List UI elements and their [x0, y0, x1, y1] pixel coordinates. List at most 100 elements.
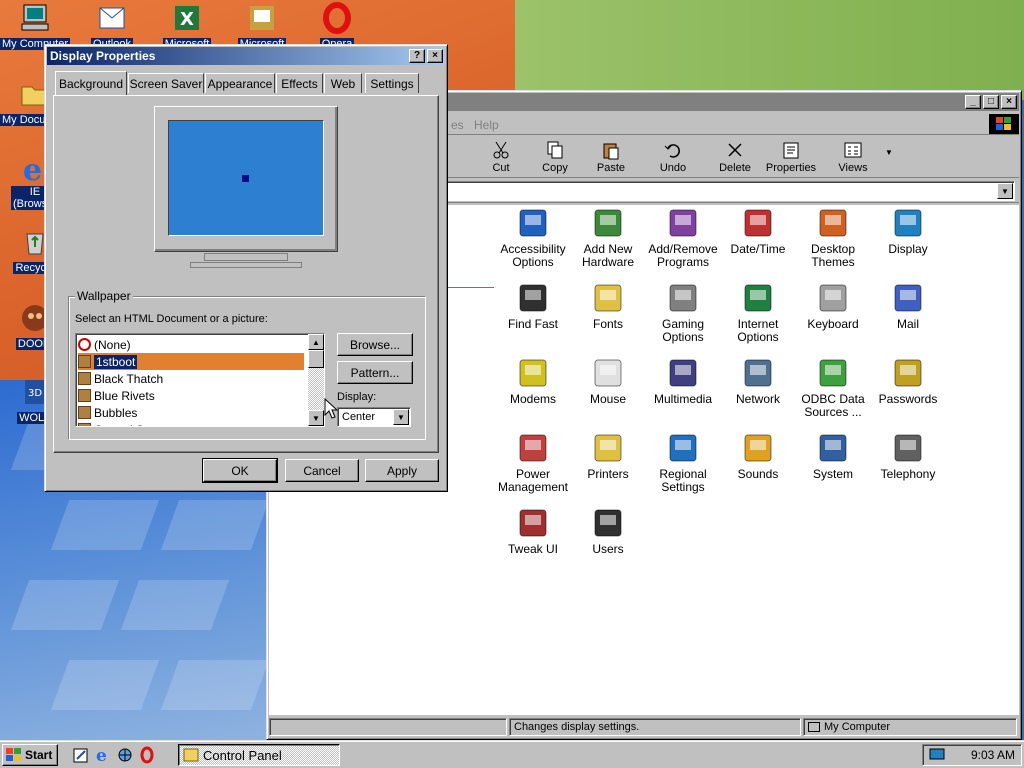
tab-background[interactable]: Background — [55, 71, 127, 95]
keyboard-icon — [817, 282, 849, 314]
taskbar-control-panel-button[interactable]: Control Panel — [178, 744, 340, 766]
listbox-scrollbar[interactable]: ▲ ▼ — [308, 334, 324, 426]
cp-item-network[interactable]: Network — [718, 357, 798, 406]
odbc-icon — [817, 357, 849, 389]
paste-button[interactable]: Paste — [591, 136, 631, 174]
pattern-button[interactable]: Pattern... — [337, 361, 413, 384]
cp-item-mail[interactable]: Mail — [868, 282, 948, 331]
cp-item-label: Display — [888, 242, 928, 256]
desktop-icon-excel[interactable]: X Microsoft — [152, 2, 222, 50]
close-button[interactable]: × — [427, 49, 443, 63]
cp-item-regional-settings[interactable]: Regional Settings — [643, 432, 723, 494]
views-button[interactable]: Views — [831, 136, 875, 174]
cut-button[interactable]: Cut — [481, 136, 521, 174]
cp-item-add-new-hardware[interactable]: Add New Hardware — [568, 207, 648, 269]
speaker-icon — [742, 432, 774, 464]
cp-item-mouse[interactable]: Mouse — [568, 357, 648, 406]
cp-item-telephony[interactable]: Telephony — [868, 432, 948, 481]
cp-item-label: Power Management — [497, 467, 569, 494]
paste-icon — [601, 140, 621, 160]
help-button[interactable]: ? — [409, 49, 425, 63]
cp-item-label: Passwords — [878, 392, 938, 406]
cp-item-system[interactable]: System — [793, 432, 873, 481]
cp-item-users[interactable]: Users — [568, 507, 648, 556]
cp-item-find-fast[interactable]: Find Fast — [493, 282, 573, 331]
delete-icon — [725, 140, 745, 160]
cp-item-label: Printers — [587, 467, 629, 481]
cp-item-tweak-ui[interactable]: Tweak UI — [493, 507, 573, 556]
wallpaper-list-item[interactable]: Blue Rivets — [78, 387, 304, 404]
wallpaper-list-item[interactable]: Carved Stone — [78, 421, 304, 426]
display-mode-select[interactable]: Center ▼ — [337, 407, 411, 427]
cp-item-desktop-themes[interactable]: Desktop Themes — [793, 207, 873, 269]
desktop-icon-my-computer[interactable]: My Computer — [0, 2, 71, 50]
ie-icon[interactable]: e — [94, 746, 112, 764]
desktop-icon-powerpoint[interactable]: Microsoft — [227, 2, 297, 50]
maximize-button[interactable]: □ — [983, 95, 999, 109]
cp-item-label: Keyboard — [807, 317, 859, 331]
undo-button[interactable]: Undo — [653, 136, 693, 174]
wallpaper-list-item[interactable]: Black Thatch — [78, 370, 304, 387]
menu-item-favorites[interactable]: es — [451, 118, 464, 132]
tab-web[interactable]: Web — [324, 73, 362, 93]
opera-icon[interactable] — [138, 746, 156, 764]
cp-item-printers[interactable]: Printers — [568, 432, 648, 481]
cp-item-label: Multimedia — [653, 392, 713, 406]
views-icon — [843, 140, 863, 160]
menu-item-help[interactable]: Help — [474, 118, 499, 132]
wallpaper-list-item[interactable]: 1stboot — [78, 353, 304, 370]
copy-button[interactable]: Copy — [535, 136, 575, 174]
scroll-thumb[interactable] — [308, 350, 324, 368]
cp-item-date-time[interactable]: Date/Time — [718, 207, 798, 256]
address-dropdown-button[interactable]: ▼ — [997, 183, 1013, 199]
tab-screen-saver[interactable]: Screen Saver — [128, 73, 204, 93]
cp-item-fonts[interactable]: Fonts — [568, 282, 648, 331]
cp-item-gaming-options[interactable]: Gaming Options — [643, 282, 723, 344]
cp-item-internet-options[interactable]: Internet Options — [718, 282, 798, 344]
apply-button[interactable]: Apply — [365, 459, 439, 482]
clock[interactable]: 9:03 AM — [971, 748, 1015, 762]
close-button[interactable]: × — [1001, 95, 1017, 109]
minimize-button[interactable]: _ — [965, 95, 981, 109]
cp-item-odbc-data-sources[interactable]: ODBC Data Sources ... — [793, 357, 873, 419]
desktop-icon-opera[interactable]: Opera — [302, 2, 372, 50]
display-settings-icon[interactable] — [929, 748, 945, 762]
bitmap-icon — [78, 389, 91, 402]
views-dropdown-arrow-icon[interactable]: ▼ — [885, 148, 893, 157]
accessibility-icon — [517, 207, 549, 239]
scroll-up-button[interactable]: ▲ — [308, 334, 324, 350]
wallpaper-list-item[interactable]: (None) — [78, 336, 304, 353]
tab-settings[interactable]: Settings — [365, 73, 419, 93]
opera-icon — [321, 2, 353, 34]
ok-button[interactable]: OK — [202, 458, 278, 483]
programs-icon — [667, 207, 699, 239]
bitmap-icon — [78, 423, 91, 426]
tab-effects[interactable]: Effects — [276, 73, 323, 93]
undo-icon — [663, 140, 683, 160]
scroll-down-button[interactable]: ▼ — [308, 410, 324, 426]
dialog-titlebar[interactable]: Display Properties ? × — [47, 47, 445, 65]
start-button[interactable]: Start — [2, 744, 58, 766]
cp-item-keyboard[interactable]: Keyboard — [793, 282, 873, 331]
cp-item-add-remove-programs[interactable]: Add/Remove Programs — [643, 207, 723, 269]
cp-item-sounds[interactable]: Sounds — [718, 432, 798, 481]
edit-icon[interactable] — [72, 746, 90, 764]
cp-item-modems[interactable]: Modems — [493, 357, 573, 406]
wallpaper-listbox[interactable]: (None) 1stboot Black Thatch Blue Rivets Bubb… — [75, 333, 325, 427]
delete-button[interactable]: Delete — [715, 136, 755, 174]
cp-item-power-management[interactable]: Power Management — [493, 432, 573, 494]
cancel-button[interactable]: Cancel — [285, 459, 359, 482]
cp-item-multimedia[interactable]: Multimedia — [643, 357, 723, 406]
browse-button[interactable]: Browse... — [337, 333, 413, 356]
cp-item-passwords[interactable]: Passwords — [868, 357, 948, 406]
tab-appearance[interactable]: Appearance — [205, 73, 275, 93]
properties-button[interactable]: Properties — [763, 136, 819, 174]
cp-item-display[interactable]: Display — [868, 207, 948, 256]
wallpaper-list-item[interactable]: Bubbles — [78, 404, 304, 421]
chevron-down-icon[interactable]: ▼ — [393, 409, 409, 425]
mouse-cursor-icon — [324, 398, 338, 419]
cp-item-accessibility-options[interactable]: Accessibility Options — [493, 207, 573, 269]
desktop-icon-outlook[interactable]: Outlook — [77, 2, 147, 50]
svg-text:e: e — [96, 746, 107, 764]
network-icon[interactable] — [116, 746, 134, 764]
